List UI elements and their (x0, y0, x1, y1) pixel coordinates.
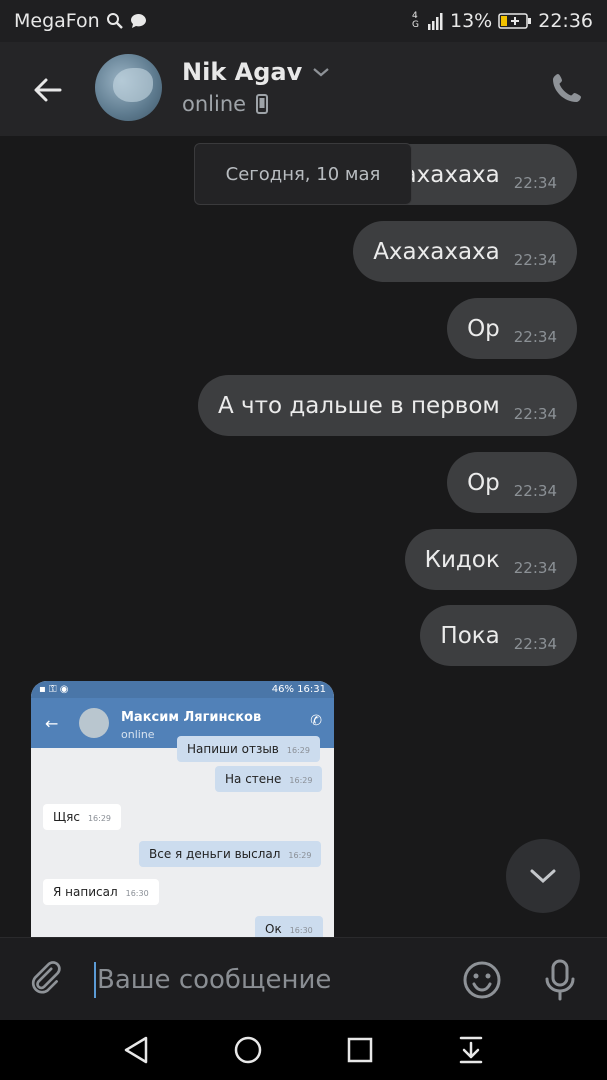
photo-contact-name: Максим Лягинсков (121, 710, 262, 725)
chat-bubble-icon (130, 14, 146, 28)
photo-status-right: 46% 16:31 (271, 684, 326, 695)
message-text: Пока (440, 622, 500, 649)
photo-message: Ок 16:30 (255, 916, 323, 937)
status-bar: MegaFon 4G 13% 22:36 (0, 0, 607, 42)
smile-icon[interactable] (462, 960, 502, 1000)
chevron-down-icon (530, 869, 556, 884)
battery-icon (498, 13, 532, 29)
photo-message: Я написал 16:30 (43, 879, 159, 905)
contact-name[interactable]: Nik Agav (182, 58, 330, 86)
message-time: 22:34 (513, 250, 557, 269)
photo-message: На стене 16:29 (215, 766, 323, 792)
message-text: Ор (467, 469, 500, 496)
phone-icon: ✆ (310, 713, 322, 729)
photo-status-icons: ▪ ⚿ ◉ (39, 684, 69, 695)
message-bubble[interactable]: Пока 22:34 (420, 605, 577, 666)
chevron-down-icon (313, 68, 329, 77)
message-input-placeholder: Ваше сообщение (97, 965, 332, 995)
message-text: А что дальше в первом (217, 392, 500, 419)
carrier-label: MegaFon (14, 10, 100, 32)
signal-icon (428, 13, 443, 30)
message-time: 22:34 (513, 173, 557, 192)
system-nav-bar (0, 1020, 607, 1080)
photo-message: Щяс 16:29 (43, 804, 122, 830)
avatar[interactable] (95, 54, 162, 121)
photo-attachment[interactable]: ▪ ⚿ ◉ 46% 16:31 ← Максим Лягинсков onlin… (31, 681, 334, 937)
photo-message: Напиши отзыв 16:29 (177, 736, 320, 762)
photo-chat-body: Напиши отзыв 16:29 На стене 16:29 Щяс 16:29… (31, 736, 334, 937)
photo-status-bar: ▪ ⚿ ◉ 46% 16:31 (31, 681, 334, 698)
message-bubble[interactable]: Ор 22:34 (447, 298, 577, 359)
message-bubble[interactable]: Ахахахаха 22:34 (353, 221, 577, 282)
contact-status-label: online (182, 92, 247, 116)
arrow-left-icon[interactable] (30, 72, 66, 108)
battery-percent: 13% (450, 10, 493, 32)
photo-message: Все я деньги выслал 16:29 (139, 841, 322, 867)
nav-home-icon[interactable] (233, 1035, 263, 1065)
scroll-down-button[interactable] (506, 839, 580, 913)
date-separator: Сегодня, 10 мая (194, 143, 412, 205)
status-bar-left: MegaFon (14, 10, 147, 32)
contact-name-label: Nik Agav (182, 58, 303, 86)
status-bar-right: 4G 13% 22:36 (412, 10, 593, 32)
message-text: Кидок (424, 546, 500, 573)
message-time: 22:34 (513, 634, 557, 653)
text-cursor (94, 962, 96, 998)
photo-avatar (79, 708, 109, 738)
message-bubble[interactable]: А что дальше в первом 22:34 (197, 375, 577, 436)
message-time: 22:34 (513, 327, 557, 346)
chat-header: Nik Agav online (0, 42, 607, 136)
search-icon (106, 13, 123, 29)
microphone-icon[interactable] (540, 958, 580, 1002)
message-composer: Ваше сообщение (0, 937, 607, 1021)
nav-recents-icon[interactable] (346, 1036, 374, 1064)
phone-icon[interactable] (549, 70, 585, 106)
paperclip-icon[interactable] (28, 960, 68, 1000)
message-input[interactable]: Ваше сообщение (94, 958, 434, 1002)
nav-back-icon[interactable] (122, 1035, 150, 1065)
message-time: 22:34 (513, 481, 557, 500)
contact-status: online (182, 92, 269, 116)
message-bubble[interactable]: Ор 22:34 (447, 452, 577, 513)
photo-contact-status: online (121, 728, 155, 741)
clock: 22:36 (538, 10, 593, 32)
arrow-left-icon: ← (45, 714, 59, 733)
message-text: Ор (467, 315, 500, 342)
message-text: Ахахахаха (373, 238, 500, 265)
network-label: 4G (412, 11, 419, 30)
message-time: 22:34 (513, 404, 557, 423)
nav-notifications-icon[interactable] (457, 1035, 485, 1065)
message-time: 22:34 (513, 558, 557, 577)
mobile-phone-icon (256, 94, 269, 114)
message-bubble[interactable]: Кидок 22:34 (404, 529, 577, 590)
